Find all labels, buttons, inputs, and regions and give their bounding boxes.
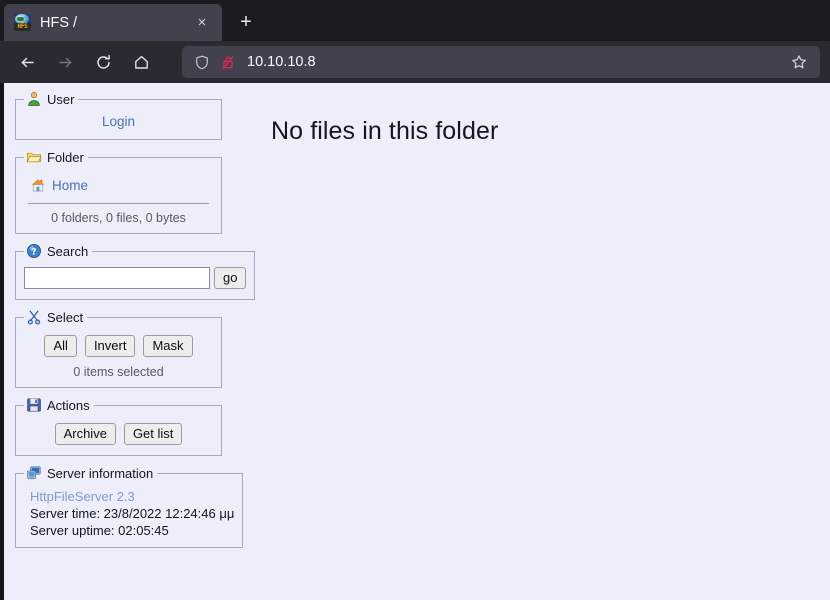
panel-server-information-legend: Server information xyxy=(24,465,157,481)
actions-buttons: Archive Get list xyxy=(24,419,213,447)
search-row: go xyxy=(24,265,246,291)
server-time: Server time: 23/8/2022 12:24:46 μμ xyxy=(30,505,234,522)
user-panel-body: Login xyxy=(24,113,213,131)
user-icon xyxy=(26,91,42,107)
floppy-save-icon xyxy=(26,397,42,413)
folder-home-row: Home xyxy=(24,171,213,193)
tracking-protection-shield-icon[interactable] xyxy=(192,52,212,72)
navigation-toolbar: 10.10.10.8 xyxy=(0,41,830,83)
insecure-padlock-icon[interactable] xyxy=(218,52,238,72)
search-input[interactable] xyxy=(24,267,210,289)
url-bar[interactable]: 10.10.10.8 xyxy=(182,46,820,78)
scissors-icon xyxy=(26,309,42,325)
select-mask-button[interactable]: Mask xyxy=(143,335,192,357)
tab-title: HFS / xyxy=(40,15,190,31)
select-buttons: All Invert Mask xyxy=(24,331,213,365)
home-icon xyxy=(30,177,46,193)
panel-user-legend: User xyxy=(24,91,78,107)
select-status: 0 items selected xyxy=(24,365,213,379)
panel-actions-legend: Actions xyxy=(24,397,94,413)
bookmark-star-icon[interactable] xyxy=(786,49,812,75)
panel-folder-title: Folder xyxy=(47,150,84,165)
browser-window: HFS HFS / × + xyxy=(0,0,830,600)
reload-icon[interactable] xyxy=(86,45,120,79)
panel-user: User Login xyxy=(15,91,222,140)
panel-folder-legend: Folder xyxy=(24,149,88,165)
panel-select-title: Select xyxy=(47,310,83,325)
hfs-globe-icon: HFS xyxy=(14,14,31,31)
folder-icon xyxy=(26,149,42,165)
back-arrow-icon[interactable] xyxy=(10,45,44,79)
panel-actions: Actions Archive Get list xyxy=(15,397,222,456)
folder-stats: 0 folders, 0 files, 0 bytes xyxy=(24,211,213,225)
select-invert-button[interactable]: Invert xyxy=(85,335,136,357)
server-computer-icon xyxy=(26,465,42,481)
login-link[interactable]: Login xyxy=(102,114,135,129)
get-list-button[interactable]: Get list xyxy=(124,423,182,445)
panel-user-title: User xyxy=(47,92,74,107)
sidebar: User Login Folder xyxy=(4,83,228,600)
panel-server-information-title: Server information xyxy=(47,466,153,481)
panel-search-legend: ? Search xyxy=(24,243,92,259)
home-link[interactable]: Home xyxy=(52,178,88,193)
new-tab-button[interactable]: + xyxy=(230,6,262,38)
main-content: No files in this folder xyxy=(228,83,830,600)
forward-arrow-icon[interactable] xyxy=(48,45,82,79)
product-link[interactable]: HttpFileServer 2.3 xyxy=(30,488,234,505)
home-icon[interactable] xyxy=(124,45,158,79)
empty-folder-message: No files in this folder xyxy=(271,117,830,146)
panel-actions-title: Actions xyxy=(47,398,90,413)
url-text[interactable]: 10.10.10.8 xyxy=(247,54,786,70)
panel-search: ? Search go xyxy=(15,243,255,300)
archive-button[interactable]: Archive xyxy=(55,423,116,445)
panel-server-information: Server information HttpFileServer 2.3 Se… xyxy=(15,465,243,548)
svg-text:?: ? xyxy=(31,248,36,258)
help-question-icon: ? xyxy=(26,243,42,259)
folder-divider xyxy=(28,203,209,204)
browser-tab-hfs[interactable]: HFS HFS / × xyxy=(4,4,222,41)
close-icon[interactable]: × xyxy=(190,11,214,35)
server-uptime: Server uptime: 02:05:45 xyxy=(30,522,234,539)
page-viewport: User Login Folder xyxy=(0,83,830,600)
panel-folder: Folder Home 0 folders, 0 files, 0 bytes xyxy=(15,149,222,234)
panel-search-title: Search xyxy=(47,244,88,259)
favicon-label: HFS xyxy=(14,23,31,31)
panel-select-legend: Select xyxy=(24,309,87,325)
tab-strip: HFS HFS / × + xyxy=(0,0,830,41)
server-information-body: HttpFileServer 2.3 Server time: 23/8/202… xyxy=(24,487,234,539)
select-all-button[interactable]: All xyxy=(44,335,76,357)
panel-select: Select All Invert Mask 0 items selected xyxy=(15,309,222,388)
